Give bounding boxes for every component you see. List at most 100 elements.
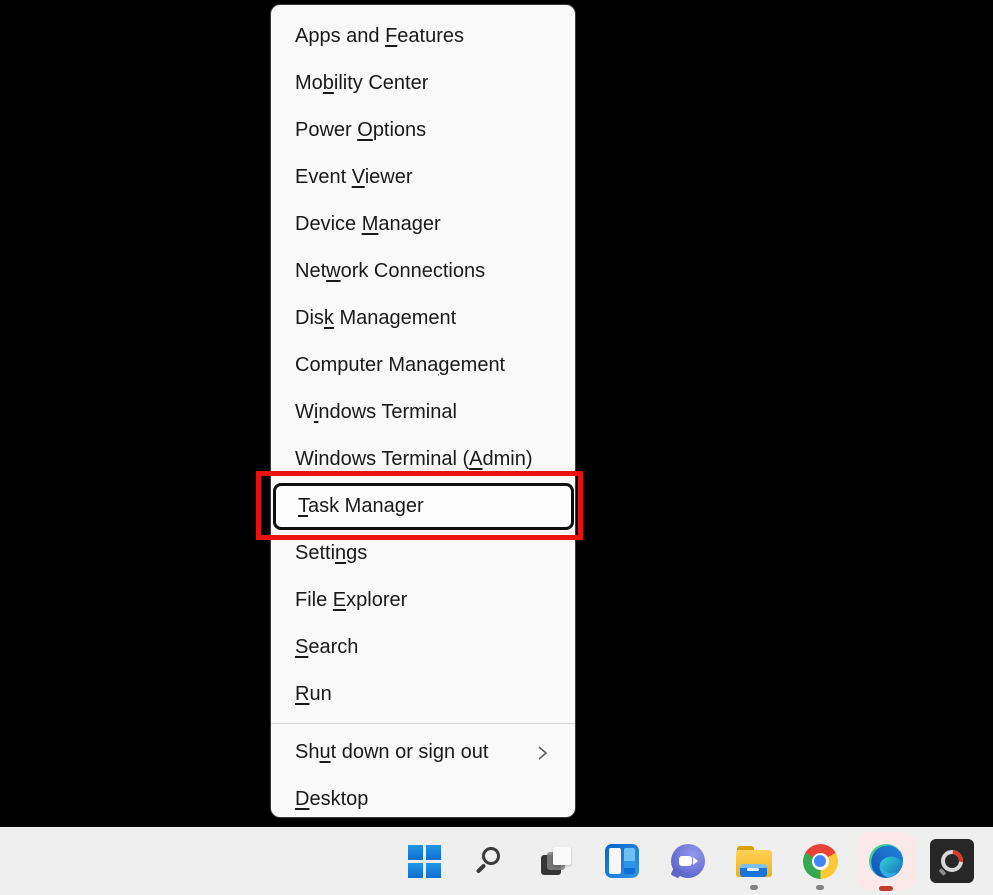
menu-item-file-explorer[interactable]: File Explorer bbox=[271, 577, 575, 624]
label-pre: Event bbox=[295, 166, 352, 188]
menu-item-windows-terminal-admin[interactable]: Windows Terminal (Admin) bbox=[271, 436, 575, 483]
label-accesskey: F bbox=[385, 25, 398, 47]
taskbar-chat-button[interactable] bbox=[655, 827, 721, 895]
label-pre: File bbox=[295, 589, 333, 611]
menu-item-label: Computer Management bbox=[295, 354, 505, 377]
chrome-icon bbox=[802, 843, 838, 879]
label-accesskey: g bbox=[438, 354, 450, 376]
label-pre: Device bbox=[295, 213, 362, 235]
label-accesskey: R bbox=[295, 683, 310, 705]
taskbar-icons bbox=[391, 827, 985, 895]
menu-item-label: Search bbox=[295, 636, 358, 659]
label-post: gs bbox=[346, 542, 368, 564]
taskbar-recorder-app-button[interactable] bbox=[919, 827, 985, 895]
label-pre: Power bbox=[295, 119, 358, 141]
label-accesskey: u bbox=[319, 741, 331, 763]
taskbar-search-button[interactable] bbox=[457, 827, 523, 895]
label-accesskey: A bbox=[469, 448, 483, 470]
menu-item-run[interactable]: Run bbox=[271, 671, 575, 718]
taskbar-task-view-button[interactable] bbox=[523, 827, 589, 895]
label-post: un bbox=[309, 683, 332, 705]
menu-item-windows-terminal[interactable]: Windows Terminal bbox=[271, 389, 575, 436]
menu-item-event-viewer[interactable]: Event Viewer bbox=[271, 154, 575, 201]
menu-item-label: Device Manager bbox=[295, 213, 441, 236]
active-indicator bbox=[879, 886, 893, 891]
taskbar bbox=[0, 827, 993, 895]
label-post: esktop bbox=[309, 788, 369, 810]
label-pre: Apps and bbox=[295, 25, 386, 47]
label-accesskey: n bbox=[335, 542, 347, 564]
label-accesskey: V bbox=[351, 166, 365, 188]
label-post: dmin) bbox=[482, 448, 533, 470]
menu-item-power-options[interactable]: Power Options bbox=[271, 107, 575, 154]
menu-item-settings[interactable]: Settings bbox=[271, 530, 575, 577]
label-accesskey: O bbox=[357, 119, 373, 141]
label-pre: Setti bbox=[295, 542, 336, 564]
taskbar-start-button[interactable] bbox=[391, 827, 457, 895]
label-post: ask Manager bbox=[308, 495, 424, 517]
winx-menu: Apps and Features Mobility Center Power … bbox=[270, 4, 576, 818]
menu-item-label: Task Manager bbox=[298, 495, 424, 518]
menu-item-label: Network Connections bbox=[295, 260, 485, 283]
menu-item-computer-management[interactable]: Computer Management bbox=[271, 342, 575, 389]
label-pre: Mo bbox=[295, 72, 323, 94]
menu-item-network-connections[interactable]: Network Connections bbox=[271, 248, 575, 295]
label-pre: Sh bbox=[295, 741, 320, 763]
label-post: ptions bbox=[372, 119, 427, 141]
menu-item-label: Mobility Center bbox=[295, 72, 428, 95]
menu-item-mobility-center[interactable]: Mobility Center bbox=[271, 60, 575, 107]
label-accesskey: E bbox=[332, 589, 347, 611]
label-accesskey: w bbox=[326, 260, 341, 282]
menu-item-task-manager[interactable]: Task Manager bbox=[273, 483, 574, 530]
label-post: ork Connections bbox=[340, 260, 486, 282]
label-post: anager bbox=[378, 213, 441, 235]
label-accesskey: D bbox=[295, 788, 310, 810]
menu-item-label: Event Viewer bbox=[295, 166, 412, 189]
menu-item-label: Power Options bbox=[295, 119, 426, 142]
menu-item-apps-and-features[interactable]: Apps and Features bbox=[271, 13, 575, 60]
menu-item-label: Apps and Features bbox=[295, 25, 464, 48]
menu-item-label: Windows Terminal bbox=[295, 401, 457, 424]
menu-item-disk-management[interactable]: Disk Management bbox=[271, 295, 575, 342]
menu-separator bbox=[271, 723, 575, 724]
menu-item-desktop[interactable]: Desktop bbox=[271, 776, 575, 823]
taskbar-chrome-button[interactable] bbox=[787, 827, 853, 895]
chevron-right-icon bbox=[535, 745, 549, 761]
windows-logo-icon bbox=[407, 844, 441, 878]
menu-item-device-manager[interactable]: Device Manager bbox=[271, 201, 575, 248]
task-view-icon bbox=[539, 844, 573, 878]
menu-item-label: Windows Terminal (Admin) bbox=[295, 448, 532, 471]
menu-item-label: Desktop bbox=[295, 788, 368, 811]
label-post: ement bbox=[449, 354, 506, 376]
widgets-icon bbox=[605, 844, 639, 878]
edge-icon bbox=[868, 843, 904, 879]
label-pre: Net bbox=[295, 260, 327, 282]
label-pre: Windows Terminal ( bbox=[295, 448, 470, 470]
label-post: Management bbox=[333, 307, 457, 329]
menu-item-label: Disk Management bbox=[295, 307, 456, 330]
label-accesskey: b bbox=[322, 72, 334, 94]
chat-icon bbox=[671, 844, 705, 878]
menu-item-label: Shut down or sign out bbox=[295, 741, 488, 764]
label-accesskey: S bbox=[295, 636, 309, 658]
menu-item-search[interactable]: Search bbox=[271, 624, 575, 671]
taskbar-file-explorer-button[interactable] bbox=[721, 827, 787, 895]
label-post: iewer bbox=[364, 166, 413, 188]
menu-item-shut-down-or-sign-out[interactable]: Shut down or sign out bbox=[271, 729, 575, 776]
label-pre: W bbox=[295, 401, 314, 423]
taskbar-widgets-button[interactable] bbox=[589, 827, 655, 895]
label-post: eatures bbox=[397, 25, 465, 47]
running-indicator bbox=[750, 885, 758, 890]
label-accesskey: T bbox=[298, 495, 308, 517]
label-post: xplorer bbox=[346, 589, 408, 611]
menu-item-label: Run bbox=[295, 683, 332, 706]
label-pre: Dis bbox=[295, 307, 324, 329]
label-pre: Computer Mana bbox=[295, 354, 439, 376]
menu-item-label: Settings bbox=[295, 542, 367, 565]
label-post: ndows Terminal bbox=[318, 401, 457, 423]
edge-highlight bbox=[857, 832, 915, 890]
search-icon bbox=[473, 844, 507, 878]
taskbar-edge-button[interactable] bbox=[853, 827, 919, 895]
label-post: earch bbox=[308, 636, 359, 658]
running-indicator bbox=[816, 885, 824, 890]
